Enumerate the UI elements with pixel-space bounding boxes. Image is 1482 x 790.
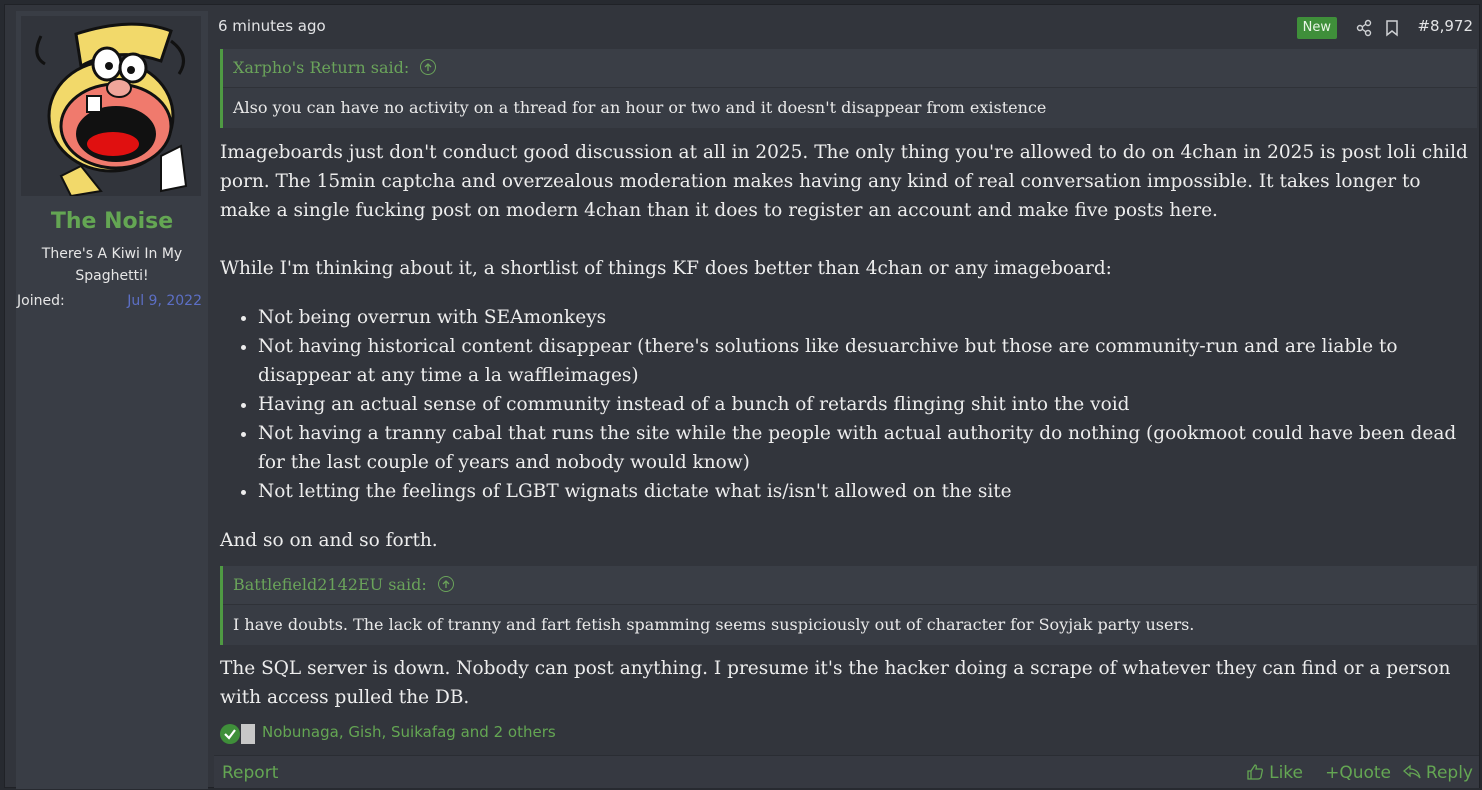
quote-block: Battlefield2142EU said: I have doubts. T… — [220, 566, 1477, 645]
quote-author[interactable]: Battlefield2142EU said: — [233, 575, 427, 594]
quote-header[interactable]: Battlefield2142EU said: — [223, 566, 1477, 605]
post-number[interactable]: #8,972 — [1417, 17, 1473, 35]
post-main: 6 minutes ago New #8,972 Xarpho's Return… — [208, 5, 1482, 788]
quote-text: Also you can have no activity on a threa… — [223, 88, 1477, 128]
post-paragraph: While I'm thinking about it, a shortlist… — [220, 258, 1112, 279]
quote-block: Xarpho's Return said: Also you can have … — [220, 49, 1477, 128]
joined-date: Jul 9, 2022 — [127, 293, 202, 309]
post-time[interactable]: 6 minutes ago — [218, 17, 326, 35]
user-title: There's A Kiwi In My Spaghetti! — [41, 246, 183, 284]
check-reaction-icon — [220, 724, 240, 744]
quote-label: Quote — [1339, 763, 1391, 783]
share-icon[interactable] — [1355, 19, 1373, 37]
post-list: Not being overrun with SEAmonkeys Not ha… — [240, 303, 1482, 506]
post-container: The Noise There's A Kiwi In My Spaghetti… — [4, 4, 1482, 789]
quote-header[interactable]: Xarpho's Return said: — [223, 49, 1477, 88]
like-label: Like — [1269, 763, 1303, 783]
reactions-list[interactable]: Nobunaga, Gish, Suikafag and 2 others — [262, 723, 556, 741]
new-badge: New — [1296, 17, 1337, 39]
plus-icon: + — [1325, 763, 1340, 783]
report-link[interactable]: Report — [222, 763, 278, 783]
post-paragraph: The SQL server is down. Nobody can post … — [220, 658, 1451, 708]
reaction-icon — [241, 724, 255, 744]
bookmark-icon[interactable] — [1383, 19, 1401, 37]
reply-icon — [1402, 764, 1421, 779]
quote-button[interactable]: +Quote — [1325, 763, 1391, 783]
quote-author[interactable]: Xarpho's Return said: — [233, 58, 409, 77]
like-button[interactable]: Like — [1246, 763, 1303, 783]
post-footer: Report Like +Quote Reply — [214, 755, 1479, 788]
avatar[interactable] — [21, 16, 201, 196]
list-item: Not having historical content disappear … — [258, 332, 1482, 390]
list-item: Having an actual sense of community inst… — [258, 390, 1482, 419]
quote-text: I have doubts. The lack of tranny and fa… — [223, 605, 1477, 645]
username[interactable]: The Noise — [16, 209, 208, 234]
thumbs-up-icon — [1247, 764, 1263, 780]
post-paragraph: Imageboards just don't conduct good disc… — [220, 142, 1468, 221]
post-paragraph: And so on and so forth. — [220, 530, 438, 551]
arrow-up-icon[interactable] — [420, 58, 437, 75]
list-item: Not having a tranny cabal that runs the … — [258, 419, 1482, 477]
reply-button[interactable]: Reply — [1402, 763, 1473, 783]
user-sidebar: The Noise There's A Kiwi In My Spaghetti… — [16, 11, 208, 789]
reply-label: Reply — [1425, 763, 1473, 783]
post-header: 6 minutes ago New #8,972 — [218, 17, 1473, 41]
list-item: Not letting the feelings of LGBT wignats… — [258, 477, 1482, 506]
joined-label: Joined: — [17, 293, 65, 309]
arrow-up-icon[interactable] — [437, 575, 454, 592]
list-item: Not being overrun with SEAmonkeys — [258, 303, 1482, 332]
